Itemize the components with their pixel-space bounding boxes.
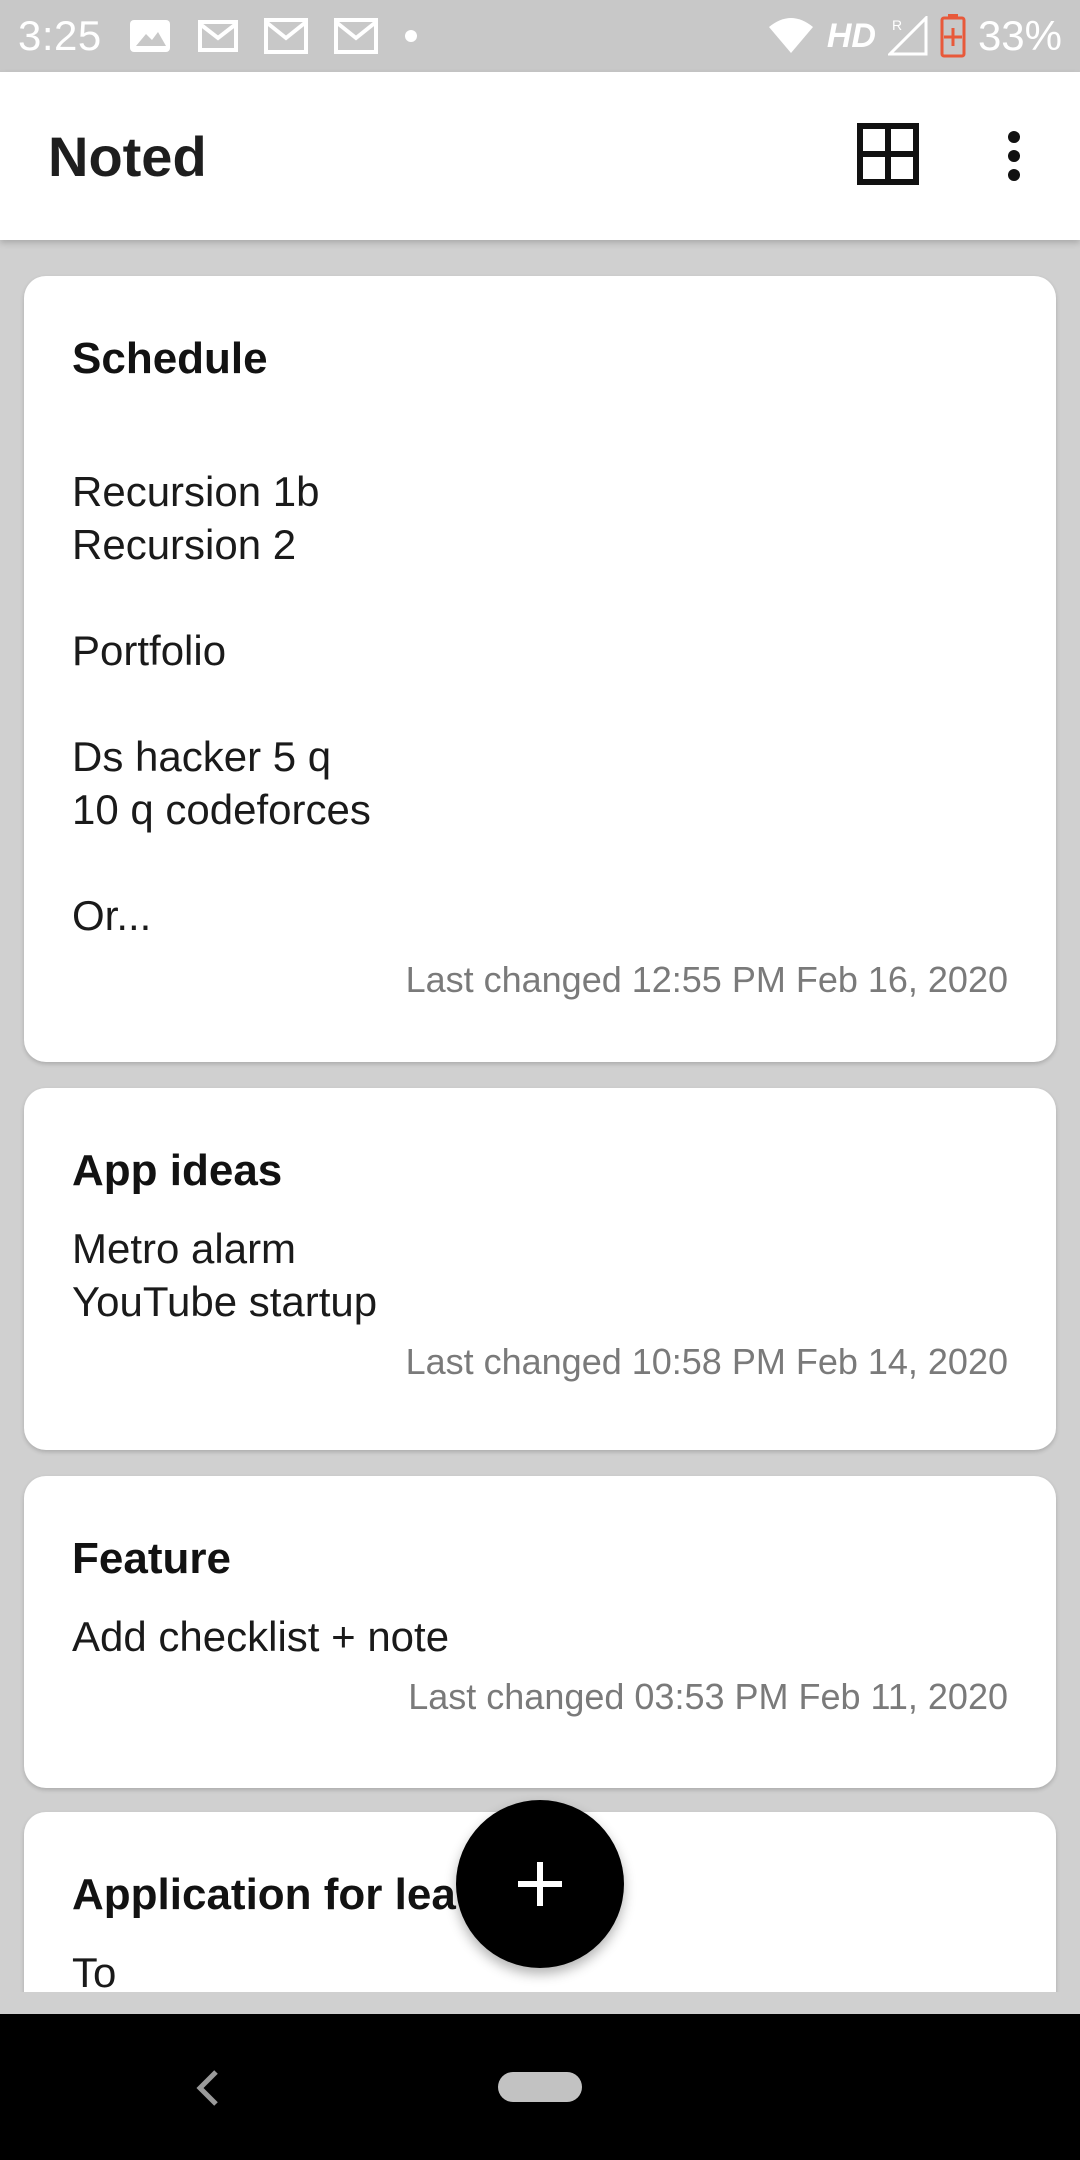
more-vert-icon[interactable] [990, 120, 1038, 192]
home-pill-icon[interactable] [498, 2072, 582, 2102]
wifi-icon [767, 17, 815, 55]
navigation-bar [0, 2014, 1080, 2160]
note-card[interactable]: App ideas Metro alarm YouTube startup La… [24, 1088, 1056, 1450]
note-title: App ideas [72, 1146, 283, 1195]
back-icon[interactable] [186, 2060, 230, 2116]
status-bar: 3:25 HD R 33% [0, 0, 1080, 72]
network-type: HD [826, 16, 876, 55]
dot-icon [404, 29, 418, 43]
note-card[interactable]: Schedule Recursion 1b Recursion 2 Portfo… [24, 276, 1056, 1062]
app-title: Noted [48, 124, 207, 188]
plus-icon [518, 1862, 562, 1906]
add-note-button[interactable] [456, 1800, 624, 1968]
battery-percent: 33% [977, 12, 1062, 59]
app-bar: Noted [0, 72, 1080, 240]
note-title: Feature [72, 1534, 231, 1583]
note-last-changed: Last changed 12:55 PM Feb 16, 2020 [405, 959, 1008, 1000]
status-time: 3:25 [18, 12, 102, 59]
note-last-changed: Last changed 10:58 PM Feb 14, 2020 [405, 1341, 1008, 1382]
note-last-changed: Last changed 03:53 PM Feb 11, 2020 [408, 1676, 1008, 1717]
note-body: Recursion 1b Recursion 2 Portfolio Ds ha… [72, 468, 371, 939]
signal-icon: R [887, 16, 928, 56]
gmail-icon [333, 18, 378, 54]
grid-view-icon[interactable] [856, 122, 920, 186]
note-body: Add checklist + note [72, 1613, 450, 1660]
note-title: Schedule [72, 334, 268, 383]
gmail-icon [197, 20, 238, 52]
note-body: Metro alarm YouTube startup [72, 1225, 378, 1325]
notes-list: Schedule Recursion 1b Recursion 2 Portfo… [0, 240, 1080, 1992]
image-notification-icon [128, 18, 172, 54]
gmail-icon [263, 18, 308, 54]
svg-text:R: R [892, 17, 902, 33]
battery-icon [940, 14, 966, 58]
note-card[interactable]: Feature Add checklist + note Last change… [24, 1476, 1056, 1788]
